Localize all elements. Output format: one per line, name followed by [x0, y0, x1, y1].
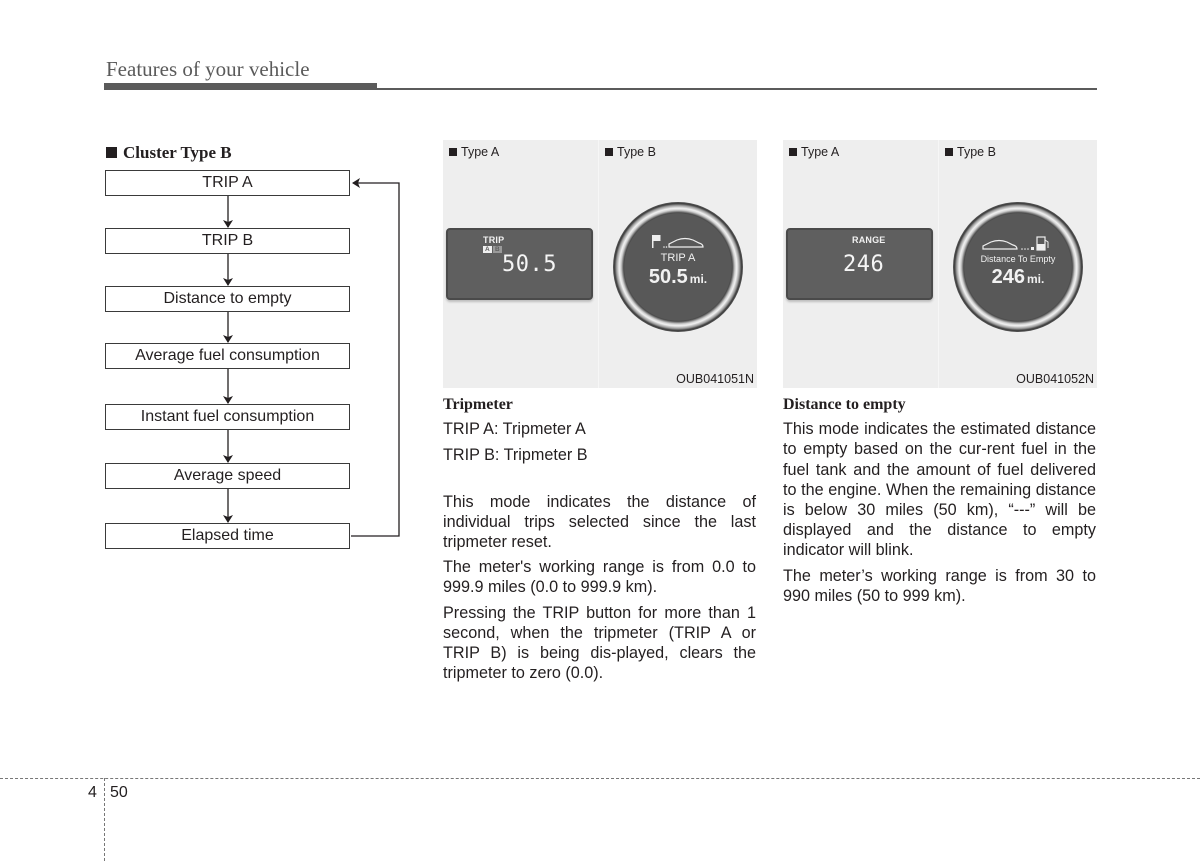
- gauge-dte-reading: 246 mi.: [953, 266, 1083, 289]
- figure-code: OUB041051N: [676, 372, 754, 386]
- running-header-title: Features of your vehicle: [106, 57, 310, 81]
- flow-loop-back-arrow: [351, 178, 400, 537]
- tripmeter-paragraph: The meter's working range is from 0.0 to…: [443, 558, 756, 597]
- header-rule-thin: [377, 88, 1097, 90]
- lcd-range-value: 246: [843, 252, 885, 277]
- figure-code: OUB041052N: [1016, 372, 1094, 386]
- square-bullet-icon: [789, 148, 797, 156]
- type-a-text: Type A: [801, 145, 840, 159]
- section-heading: Cluster Type B: [106, 143, 232, 163]
- trip-a-chip: A: [483, 246, 492, 253]
- lcd-trip-label: TRIP: [483, 235, 505, 245]
- trip-b-chip: B: [493, 246, 502, 253]
- header-rule-thick: [104, 83, 377, 90]
- figure-type-b-label: Type B: [945, 145, 996, 159]
- section-heading-text: Cluster Type B: [123, 143, 232, 162]
- type-b-text: Type B: [617, 145, 656, 159]
- square-bullet-icon: [106, 147, 117, 158]
- figure-tripmeter: Type A Type B TRIP A B 50.5 TRIP A 50.5 m…: [443, 140, 757, 388]
- gauge-trip-label: TRIP A: [660, 252, 696, 264]
- type-b-text: Type B: [957, 145, 996, 159]
- distance-to-empty-section: Distance to empty This mode indicates th…: [783, 395, 1096, 611]
- figure-distance-to-empty: Type A Type B RANGE 246 Distance To Empt…: [783, 140, 1097, 388]
- flow-step-elapsed-time: Elapsed time: [105, 523, 350, 549]
- tripmeter-paragraph: This mode indicates the distance of indi…: [443, 492, 756, 552]
- gauge-trip-value: 50.5: [648, 266, 688, 288]
- trip-a-definition: TRIP A: Tripmeter A: [443, 420, 586, 439]
- footer-dashed-rule: [0, 778, 1200, 779]
- figure-type-a-label: Type A: [789, 145, 839, 159]
- flow-step-distance-to-empty: Distance to empty: [105, 286, 350, 312]
- tripmeter-heading: Tripmeter: [443, 396, 513, 413]
- flow-step-trip-a: TRIP A: [105, 170, 350, 196]
- car-fuel-pump-icon: [982, 236, 1049, 251]
- flow-step-trip-b: TRIP B: [105, 228, 350, 254]
- chapter-number: 4: [88, 784, 97, 801]
- page-number: 50: [110, 784, 128, 801]
- tripmeter-section: Tripmeter TRIP A: Tripmeter A TRIP B: Tr…: [443, 395, 756, 688]
- type-b-round-display: TRIP A 50.5 mi.: [613, 202, 743, 332]
- gauge-dte-unit: mi.: [1027, 272, 1045, 286]
- gauge-trip-unit: mi.: [689, 272, 708, 286]
- gauge-dte-value: 246: [991, 266, 1026, 288]
- gauge-trip-reading: 50.5 mi.: [613, 266, 743, 289]
- square-bullet-icon: [449, 148, 457, 156]
- figure-divider: [938, 140, 939, 388]
- type-a-text: Type A: [461, 145, 500, 159]
- lcd-trip-value: 50.5: [502, 252, 557, 277]
- distance-to-empty-paragraph: This mode indicates the estimated distan…: [783, 420, 1096, 560]
- square-bullet-icon: [605, 148, 613, 156]
- lcd-range-label: RANGE: [852, 235, 886, 245]
- flow-step-instant-fuel-consumption: Instant fuel consumption: [105, 404, 350, 430]
- trip-b-definition: TRIP B: Tripmeter B: [443, 446, 588, 465]
- type-a-lcd-display: TRIP A B 50.5: [446, 228, 593, 300]
- square-bullet-icon: [945, 148, 953, 156]
- type-a-lcd-display: RANGE 246: [786, 228, 933, 300]
- figure-divider: [598, 140, 599, 388]
- figure-type-a-label: Type A: [449, 145, 499, 159]
- flow-step-average-speed: Average speed: [105, 463, 350, 489]
- flag-car-icon: [652, 235, 704, 248]
- distance-to-empty-heading: Distance to empty: [783, 396, 906, 413]
- figure-type-b-label: Type B: [605, 145, 656, 159]
- type-b-round-display: Distance To Empty 246 mi.: [953, 202, 1083, 332]
- gauge-dte-label: Distance To Empty: [980, 254, 1056, 264]
- footer-dashed-divider: [104, 778, 105, 861]
- distance-to-empty-paragraph: The meter’s working range is from 30 to …: [783, 566, 1096, 605]
- flow-step-average-fuel-consumption: Average fuel consumption: [105, 343, 350, 369]
- tripmeter-paragraph: Pressing the TRIP button for more than 1…: [443, 603, 756, 683]
